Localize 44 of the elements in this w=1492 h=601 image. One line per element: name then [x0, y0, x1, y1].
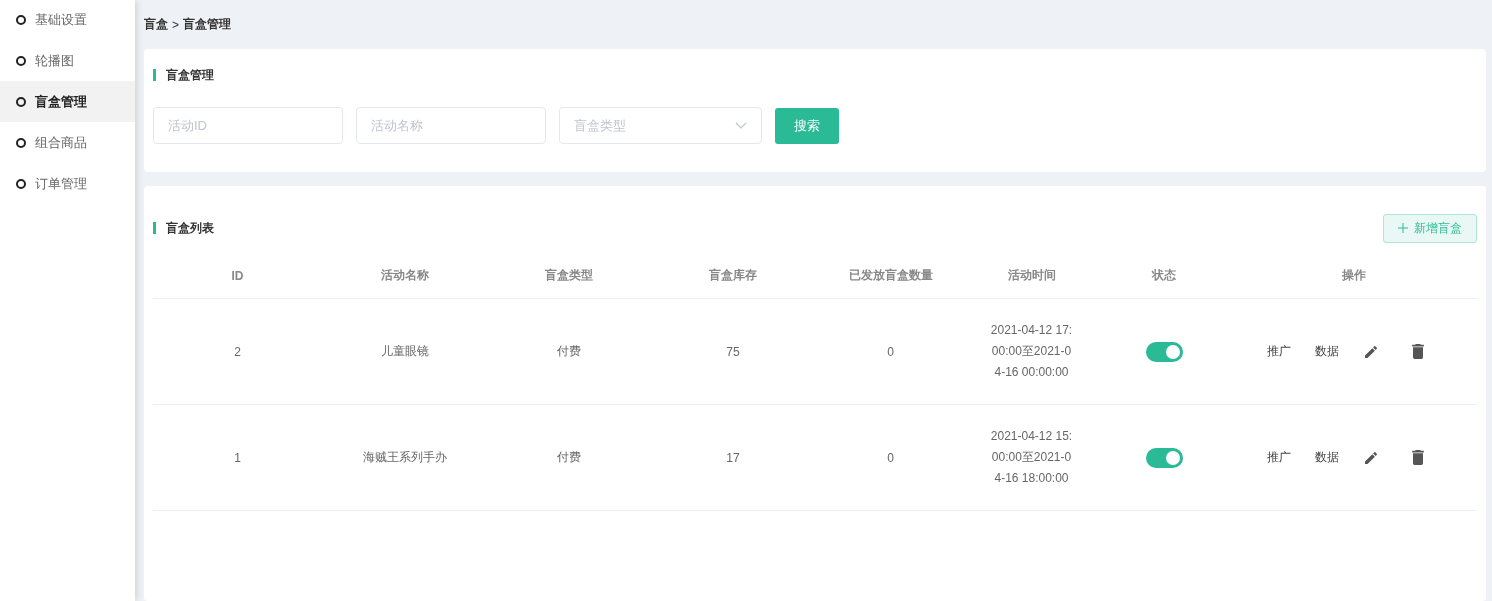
table-cell: 0	[887, 450, 894, 465]
input-field[interactable]: 活动名称	[356, 107, 546, 144]
pencil-icon[interactable]	[1363, 343, 1379, 360]
sidebar-item[interactable]: 盲盒管理	[0, 81, 135, 122]
trash-icon[interactable]	[1411, 344, 1425, 359]
chevron-down-icon	[735, 122, 747, 129]
section-title: 盲盒列表	[153, 222, 214, 234]
table-cell: 0	[887, 344, 894, 359]
sidebar-item[interactable]: 基础设置	[0, 0, 135, 40]
column-header: 操作	[1340, 267, 1367, 284]
plus-icon	[1398, 223, 1408, 233]
column-header: 盲盒库存	[708, 267, 758, 284]
column-header: 活动名称	[380, 267, 430, 284]
column-header: 活动时间	[1006, 267, 1057, 284]
table-cell: 海贼王系列手办	[363, 449, 447, 466]
column-header: 盲盒类型	[544, 267, 594, 284]
column-header: 状态	[1150, 267, 1177, 284]
toggle-switch[interactable]	[1145, 341, 1183, 362]
action-link[interactable]: 推广	[1267, 449, 1291, 466]
column-header: ID	[230, 268, 245, 283]
trash-icon[interactable]	[1411, 450, 1425, 465]
table-cell-text: 2021-04-12 15:00:00至2021-04-16 18:00:00	[990, 428, 1073, 487]
sidebar-item[interactable]: 订单管理	[0, 163, 135, 204]
column-header: 已发放盲盒数量	[847, 267, 934, 284]
toggle-switch[interactable]	[1145, 447, 1183, 468]
action-link[interactable]: 推广	[1267, 343, 1291, 360]
breadcrumb-separator: >	[172, 17, 179, 32]
action-link[interactable]: 数据	[1315, 343, 1339, 360]
action-link[interactable]: 数据	[1315, 449, 1339, 466]
breadcrumb-current: 盲盒管理	[183, 16, 231, 33]
table-cell: 1	[234, 450, 241, 465]
table-cell: 75	[726, 344, 740, 359]
table-cell: 付费	[557, 343, 581, 360]
sidebar-item[interactable]: 轮播图	[0, 40, 135, 81]
table-cell: 2	[234, 344, 241, 359]
table-cell: 儿童眼镜	[381, 343, 429, 360]
sidebar-item[interactable]: 组合商品	[0, 122, 135, 163]
table-cell: 17	[726, 450, 740, 465]
breadcrumb-link[interactable]: 盲盒	[144, 16, 168, 33]
pencil-icon[interactable]	[1363, 449, 1379, 466]
section-title: 盲盒管理	[153, 69, 1477, 81]
input-field[interactable]: 活动ID	[153, 107, 343, 144]
table-cell-text: 2021-04-12 17:00:00至2021-04-16 00:00:00	[990, 322, 1073, 381]
table-cell: 付费	[557, 449, 581, 466]
